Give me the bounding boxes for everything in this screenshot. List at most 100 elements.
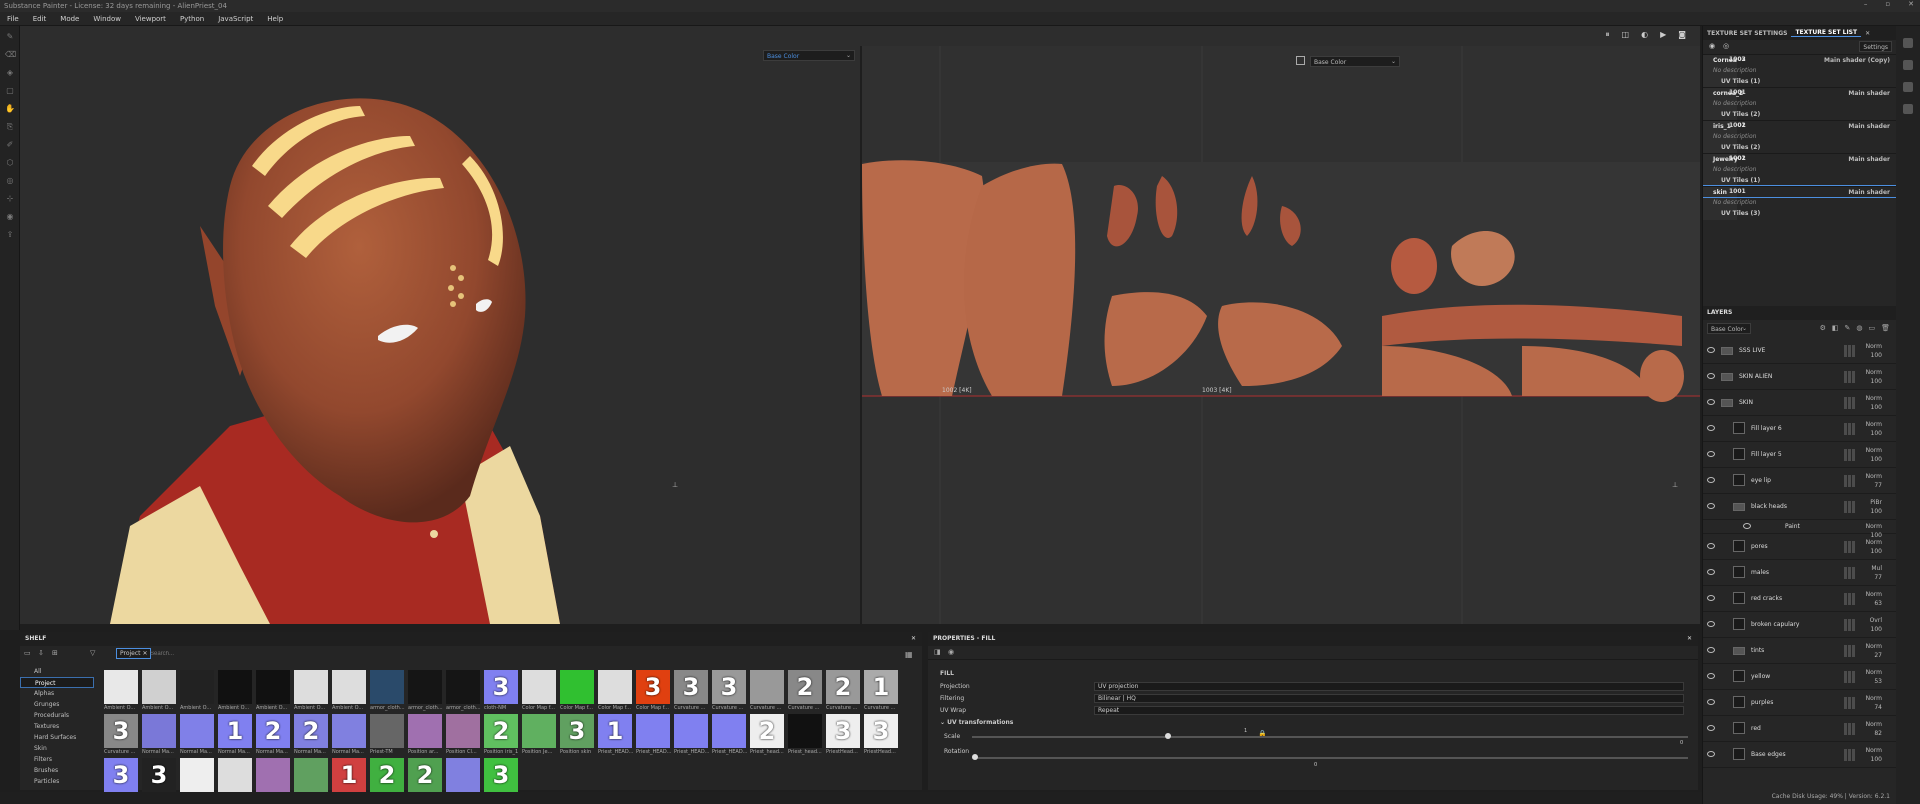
layer-grid-icon[interactable] (1844, 475, 1856, 487)
shelf-category[interactable]: Alphas (20, 688, 94, 699)
shelf-thumbnail[interactable]: Ambient O... (142, 670, 176, 711)
camera-icon[interactable]: ◉ (5, 212, 15, 222)
layer-grid-icon[interactable] (1844, 749, 1856, 761)
texture-set-icon[interactable] (1903, 38, 1913, 48)
visibility-eye-icon[interactable] (1707, 595, 1715, 601)
menu-edit[interactable]: Edit (26, 15, 54, 23)
layer-grid-icon[interactable] (1844, 345, 1856, 357)
menu-javascript[interactable]: JavaScript (211, 15, 260, 23)
menu-viewport[interactable]: Viewport (128, 15, 173, 23)
environment-icon[interactable]: ◐ (1641, 30, 1648, 40)
fill-icon[interactable]: ◨ (934, 648, 941, 656)
uv-tiles-group[interactable]: UV Tiles (1) (1703, 76, 1896, 87)
opacity-value[interactable]: 100 (1866, 755, 1882, 764)
menu-window[interactable]: Window (86, 15, 128, 23)
blend-mode[interactable]: Norm (1866, 446, 1882, 455)
layer-grid-icon[interactable] (1844, 593, 1856, 605)
shelf-thumbnail[interactable]: Ambient O... (256, 670, 290, 711)
layer-row[interactable]: SSS LIVE Norm 100 (1703, 338, 1896, 364)
shelf-thumbnail[interactable]: 2 Curvature ... (788, 670, 822, 711)
shelf-thumbnail[interactable] (218, 758, 252, 792)
blend-mode[interactable]: Norm (1866, 368, 1882, 377)
layer-row[interactable]: Fill layer 6 Norm 100 (1703, 416, 1896, 442)
opacity-value[interactable]: 82 (1866, 729, 1882, 738)
opacity-value[interactable]: 27 (1866, 651, 1882, 660)
layer-row[interactable]: purples Norm 74 (1703, 690, 1896, 716)
visibility-eye-icon[interactable] (1707, 451, 1715, 457)
opacity-value[interactable]: 100 (1870, 625, 1882, 634)
shelf-thumbnail[interactable]: armor_cloth... (446, 670, 481, 711)
history-icon[interactable] (1903, 82, 1913, 92)
shelf-thumbnail[interactable] (446, 758, 480, 792)
visibility-eye-icon[interactable] (1707, 725, 1715, 731)
view-mode-icon[interactable]: ◫ (1622, 30, 1630, 40)
layer-row[interactable]: black heads PiBr 100 (1703, 494, 1896, 520)
shelf-thumbnail[interactable]: Normal Ma... (142, 714, 176, 755)
add-icon[interactable]: ⊞ (52, 649, 58, 657)
shelf-thumbnail[interactable]: armor_cloth... (408, 670, 443, 711)
layer-row[interactable]: SKIN Norm 100 (1703, 390, 1896, 416)
rotation-slider[interactable] (972, 754, 1688, 760)
layer-grid-icon[interactable] (1844, 671, 1856, 683)
shelf-thumbnail[interactable]: 2 (370, 758, 404, 792)
export-icon[interactable]: ⇪ (5, 230, 15, 240)
shelf-thumbnail[interactable]: Color Map f... (560, 670, 594, 711)
shelf-thumbnail[interactable]: 2 (408, 758, 442, 792)
visibility-eye-icon[interactable] (1707, 543, 1715, 549)
video-icon[interactable]: ▶ (1660, 30, 1666, 40)
blend-mode[interactable]: Norm (1866, 668, 1882, 677)
add-fill-layer-icon[interactable]: ◍ (1856, 324, 1862, 332)
visibility-eye-icon[interactable] (1743, 523, 1751, 529)
shelf-thumbnail[interactable]: Ambient O... (104, 670, 138, 711)
add-effect-icon[interactable]: ⚙ (1820, 324, 1826, 332)
uv-tiles-group[interactable]: UV Tiles (3) (1703, 208, 1896, 219)
shelf-thumbnail[interactable]: Ambient O... (180, 670, 214, 711)
texture-set-item[interactable]: skin Main shader (1703, 185, 1896, 198)
shelf-thumbnail[interactable]: 2 Curvature ... (826, 670, 860, 711)
layer-row[interactable]: red cracks Norm 63 (1703, 586, 1896, 612)
visibility-eye-icon[interactable] (1707, 373, 1715, 379)
tab-texture-set-settings[interactable]: TEXTURE SET SETTINGS (1703, 30, 1791, 37)
layer-row[interactable]: red Norm 82 (1703, 716, 1896, 742)
channel-dropdown-3d[interactable]: Base Color ⌄ (763, 50, 855, 61)
layer-grid-icon[interactable] (1844, 541, 1856, 553)
delete-layer-icon[interactable]: 🗑 (1881, 324, 1890, 332)
visibility-eye-icon[interactable] (1707, 673, 1715, 679)
pause-icon[interactable]: ⏸ (1606, 30, 1610, 40)
blend-mode[interactable]: Norm (1866, 394, 1882, 403)
projection-dropdown[interactable]: UV projection (1094, 682, 1684, 691)
blend-mode[interactable]: Norm (1866, 694, 1882, 703)
layer-grid-icon[interactable] (1844, 423, 1856, 435)
screenshot-icon[interactable]: ◙ (1678, 30, 1686, 40)
blend-mode[interactable]: Norm (1866, 420, 1882, 429)
shelf-category[interactable]: Project (20, 677, 94, 688)
shelf-category[interactable]: Procedurals (20, 710, 94, 721)
scale-slider[interactable] (972, 733, 1688, 739)
eye-icon[interactable]: ◉ (1709, 42, 1715, 50)
rotation-slider-handle[interactable] (972, 754, 978, 760)
shelf-thumbnail[interactable]: 1 Normal Ma... (218, 714, 252, 755)
layer-grid-icon[interactable] (1844, 567, 1856, 579)
material-icon[interactable]: ◉ (948, 648, 954, 656)
layer-grid-icon[interactable] (1844, 449, 1856, 461)
visibility-eye-icon[interactable] (1707, 477, 1715, 483)
uv-tiles-group[interactable]: UV Tiles (1) (1703, 175, 1896, 186)
grid-view-icon[interactable]: ▦ (905, 650, 913, 659)
layer-grid-icon[interactable] (1844, 645, 1856, 657)
shelf-thumbnail[interactable]: 3 Curvature ... (674, 670, 708, 711)
visibility-eye-icon[interactable] (1707, 399, 1715, 405)
close-icon[interactable]: ✕ (1908, 0, 1914, 8)
shelf-thumbnail[interactable]: 3 (484, 758, 518, 792)
layer-row[interactable]: Fill layer 5 Norm 100 (1703, 442, 1896, 468)
viewport-3d[interactable]: Base Color ⌄ ⊥ (20, 46, 860, 624)
shelf-category[interactable]: Hard Surfaces (20, 732, 94, 743)
close-icon[interactable]: ✕ (1687, 632, 1692, 646)
layer-grid-icon[interactable] (1844, 697, 1856, 709)
opacity-value[interactable]: 53 (1866, 677, 1882, 686)
layer-row[interactable]: males Mul 77 (1703, 560, 1896, 586)
shelf-thumbnail[interactable]: 3 cloth-NM (484, 670, 518, 711)
shelf-thumbnail[interactable]: Normal Ma... (332, 714, 366, 755)
shelf-category[interactable]: Textures (20, 721, 94, 732)
geometry-mask-icon[interactable]: ▢ (5, 86, 15, 96)
add-mask-icon[interactable]: ◧ (1832, 324, 1839, 332)
